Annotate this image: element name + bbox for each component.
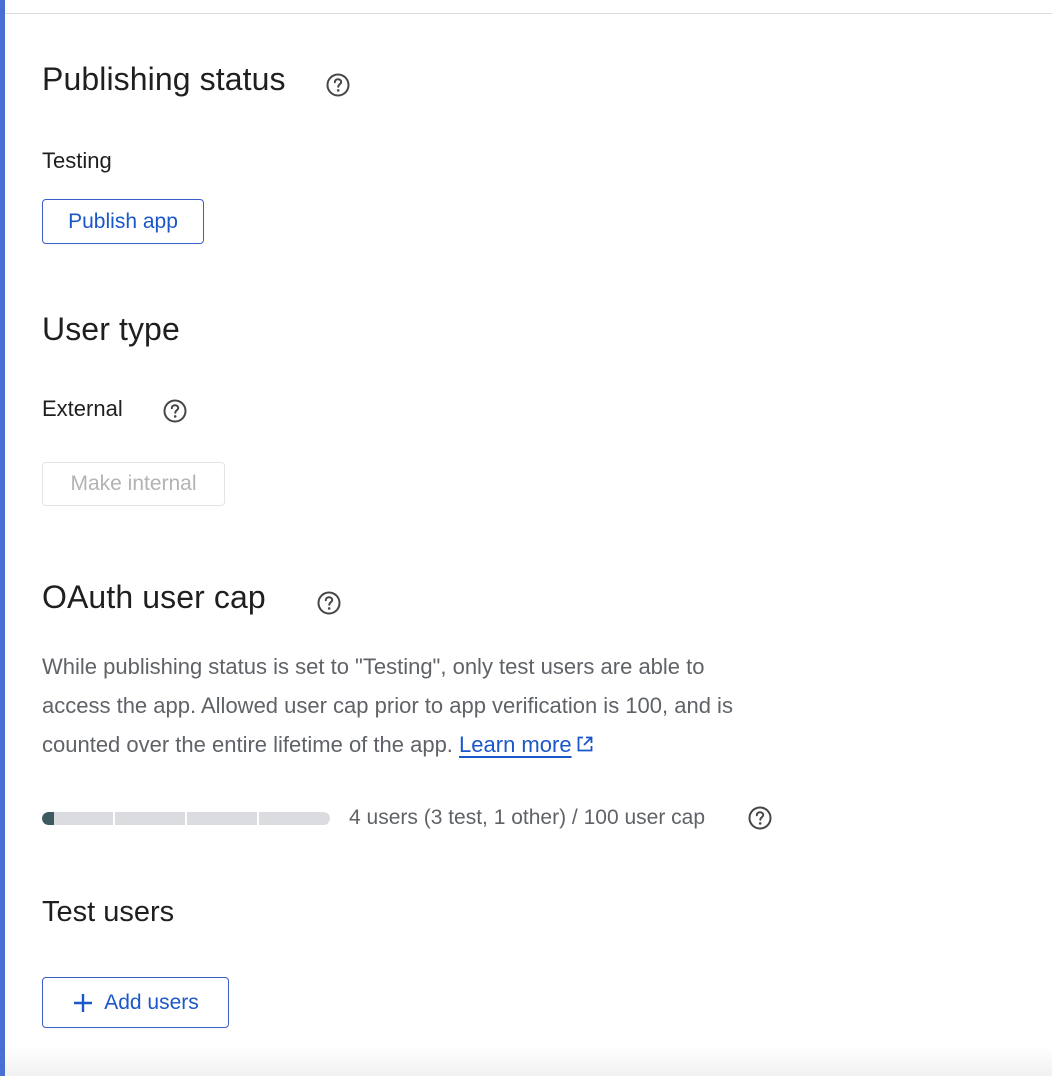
- make-internal-button[interactable]: Make internal: [42, 462, 225, 506]
- oauth-cap-description: While publishing status is set to "Testi…: [42, 647, 902, 764]
- publishing-status-heading: Publishing status: [42, 61, 286, 97]
- user-type-heading: User type: [42, 311, 180, 347]
- bottom-shadow: [5, 1046, 1052, 1076]
- oauth-consent-page: Publishing status Testing Publish app Us…: [0, 0, 1052, 1076]
- publishing-status-value: Testing: [42, 148, 112, 173]
- help-circle-icon: [163, 399, 187, 423]
- test-users-heading: Test users: [42, 896, 175, 928]
- help-icon[interactable]: [162, 398, 188, 424]
- progress-segment-divider: [257, 812, 259, 825]
- help-icon[interactable]: [747, 805, 773, 831]
- help-circle-icon: [317, 591, 341, 615]
- user-cap-usage-text: 4 users (3 test, 1 other) / 100 user cap: [349, 806, 706, 829]
- help-icon[interactable]: [316, 590, 342, 616]
- description-line: While publishing status is set to "Testi…: [42, 654, 705, 679]
- user-cap-progress-bar: [42, 812, 330, 825]
- open-in-new-icon: [577, 736, 592, 752]
- progress-segment-divider: [113, 812, 115, 825]
- progress-segment-divider: [185, 812, 187, 825]
- description-line: counted over the entire lifetime of the …: [42, 725, 902, 764]
- learn-more-label: Learn more: [459, 732, 572, 757]
- description-line-text: counted over the entire lifetime of the …: [42, 732, 453, 757]
- help-circle-icon: [326, 73, 350, 97]
- user-type-value: External: [42, 396, 123, 421]
- plus-icon: [74, 993, 93, 1012]
- description-line: access the app. Allowed user cap prior t…: [42, 693, 733, 718]
- top-divider: [5, 13, 1052, 14]
- learn-more-link[interactable]: Learn more: [459, 732, 595, 757]
- help-circle-icon: [748, 806, 772, 830]
- help-icon[interactable]: [325, 72, 351, 98]
- publish-app-button[interactable]: Publish app: [42, 199, 204, 244]
- add-users-button[interactable]: Add users: [42, 977, 229, 1028]
- left-accent-border: [0, 0, 5, 1076]
- user-cap-progress-fill: [42, 812, 54, 825]
- add-users-label: Add users: [104, 990, 199, 1014]
- oauth-user-cap-heading: OAuth user cap: [42, 579, 266, 615]
